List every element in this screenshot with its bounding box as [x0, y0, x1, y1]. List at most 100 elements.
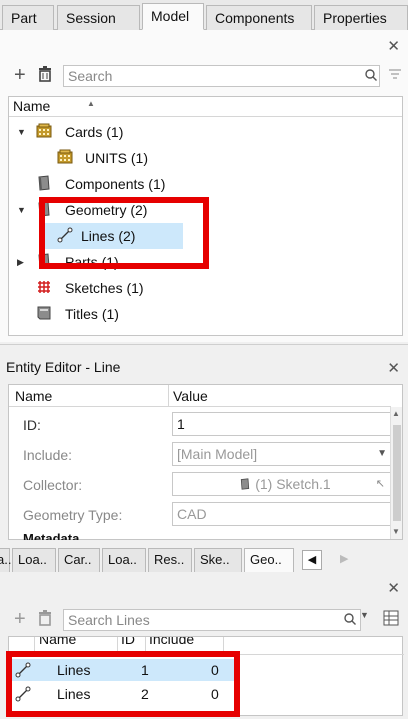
tree-item-components[interactable]: Components (1) [9, 171, 389, 197]
row-name: Lines [57, 662, 91, 678]
tree-item-label: Lines (2) [81, 228, 136, 244]
tree-item-sketches[interactable]: Sketches (1) [9, 275, 389, 301]
model-toolbar: + Search [0, 62, 408, 92]
scroll-up-icon[interactable]: ▲ [392, 409, 400, 418]
browser-tab-bar: a.. Loa.. Car.. Loa.. Res.. Ske.. Geo.. … [0, 546, 408, 574]
tree-item-label: UNITS (1) [85, 150, 149, 166]
grid-header-name[interactable]: Name [39, 637, 76, 647]
model-tree: Name ▲ ▼ Cards (1) UNITS (1) Components … [8, 96, 403, 336]
trash-icon[interactable] [38, 66, 52, 87]
units-icon [57, 149, 73, 164]
title-icon [37, 306, 51, 320]
component-icon [241, 478, 250, 490]
search-lines-input[interactable]: Search Lines [63, 609, 361, 631]
row-id: 2 [141, 686, 149, 702]
include-label: Include: [23, 447, 73, 463]
tab-loads-2[interactable]: Loa.. [102, 548, 146, 572]
table-row[interactable]: Lines 2 0 [9, 683, 239, 705]
grid-header: Name ID Include [9, 637, 404, 655]
tab-model[interactable]: Model [142, 3, 204, 30]
sort-arrow-icon: ▲ [87, 99, 95, 108]
tree-item-label: Titles (1) [65, 306, 119, 322]
collector-label: Collector: [23, 477, 83, 493]
top-tab-bar: Part Session Model Components Properties [0, 0, 408, 30]
scroll-down-icon[interactable]: ▼ [392, 527, 400, 536]
table-row[interactable]: Lines 1 0 [9, 659, 239, 681]
tab-scroll-right-icon[interactable]: ▶ [340, 552, 348, 565]
tree-item-lines[interactable]: Lines (2) [43, 223, 183, 249]
tree-item-label: Parts (1) [65, 254, 119, 270]
tab-loads-1[interactable]: Loa.. [12, 548, 56, 572]
col-header-name[interactable]: Name [9, 385, 169, 407]
row-include: 0 [211, 662, 219, 678]
row-name: Lines [57, 686, 91, 702]
grid-header-id[interactable]: ID [121, 637, 135, 647]
add-icon[interactable]: + [14, 608, 26, 631]
cursor-select-icon[interactable]: ↖ [376, 473, 385, 495]
tab-part[interactable]: Part [2, 5, 54, 30]
lines-grid: Name ID Include Lines 1 0 Lines 2 0 [8, 636, 404, 716]
cards-icon [36, 123, 52, 138]
tree-item-titles[interactable]: Titles (1) [9, 301, 389, 327]
row-include: 0 [211, 686, 219, 702]
tree-item-geometry[interactable]: ▼ Geometry (2) [9, 197, 389, 223]
geometry-type-label: Geometry Type: [23, 507, 123, 523]
column-settings-icon[interactable] [383, 610, 399, 631]
tab-scroll-left-button[interactable]: ◀ [302, 550, 322, 570]
include-value: [Main Model] [177, 446, 258, 462]
tab-properties[interactable]: Properties [314, 5, 408, 30]
tree-item-cards[interactable]: ▼ Cards (1) [9, 119, 389, 145]
tab-components[interactable]: Components [206, 5, 312, 30]
grid-divider [145, 637, 146, 654]
collapse-arrow-icon[interactable]: ▶ [17, 249, 24, 275]
chevron-down-icon[interactable]: ▼ [360, 610, 369, 620]
tree-header-name[interactable]: Name ▲ [9, 97, 402, 117]
filter-icon[interactable] [388, 67, 402, 86]
geometry-type-field: CAD [172, 502, 394, 526]
close-icon[interactable]: ✕ [387, 359, 400, 377]
part-icon [38, 253, 50, 269]
grid-header-icon-col[interactable] [11, 637, 35, 654]
geometry-icon [38, 201, 50, 217]
expand-arrow-icon[interactable]: ▼ [17, 197, 26, 223]
tree-item-parts[interactable]: ▶ Parts (1) [9, 249, 389, 275]
grid-divider [117, 637, 118, 654]
entity-editor-title: Entity Editor - Line [6, 359, 121, 375]
include-select[interactable]: [Main Model] ▼ [172, 442, 394, 466]
tree-item-label: Sketches (1) [65, 280, 144, 296]
collector-value: (1) Sketch.1 [255, 476, 331, 492]
tab-partial[interactable]: a.. [0, 548, 11, 572]
tree-item-label: Geometry (2) [65, 202, 148, 218]
lines-toolbar: + Search Lines ▼ [0, 606, 408, 636]
tab-results[interactable]: Res.. [148, 548, 192, 572]
close-icon[interactable]: ✕ [387, 37, 400, 55]
trash-icon[interactable] [38, 610, 52, 631]
sketch-icon [38, 281, 50, 293]
tree-header-label: Name [13, 98, 51, 114]
row-id: 1 [141, 662, 149, 678]
tree-item-label: Cards (1) [65, 124, 124, 140]
entity-editor-table: Name Value ID: 1 Include: [Main Model] ▼… [8, 384, 403, 540]
id-label: ID: [23, 417, 41, 433]
id-field[interactable]: 1 [172, 412, 394, 436]
vertical-scrollbar[interactable]: ▲ ▼ [390, 407, 402, 539]
chevron-down-icon: ▼ [377, 448, 387, 459]
tab-cards[interactable]: Car.. [58, 548, 100, 572]
metadata-section[interactable]: Metadata [23, 531, 79, 540]
grid-header-include[interactable]: Include [149, 637, 194, 647]
tab-sketches[interactable]: Ske.. [194, 548, 242, 572]
tab-session[interactable]: Session [57, 5, 140, 30]
tree-item-label: Components (1) [65, 176, 166, 192]
add-icon[interactable]: + [14, 64, 26, 87]
tab-geometry[interactable]: Geo.. [244, 548, 294, 572]
search-input[interactable]: Search [63, 65, 380, 87]
col-header-value[interactable]: Value [169, 385, 391, 407]
expand-arrow-icon[interactable]: ▼ [17, 119, 26, 145]
search-icon [365, 68, 377, 86]
scrollbar-thumb[interactable] [393, 425, 401, 521]
close-icon[interactable]: ✕ [387, 579, 400, 597]
search-icon[interactable] [344, 612, 356, 630]
line-icon [57, 227, 73, 243]
collector-field[interactable]: (1) Sketch.1 ↖ [172, 472, 394, 496]
tree-item-units[interactable]: UNITS (1) [9, 145, 389, 171]
